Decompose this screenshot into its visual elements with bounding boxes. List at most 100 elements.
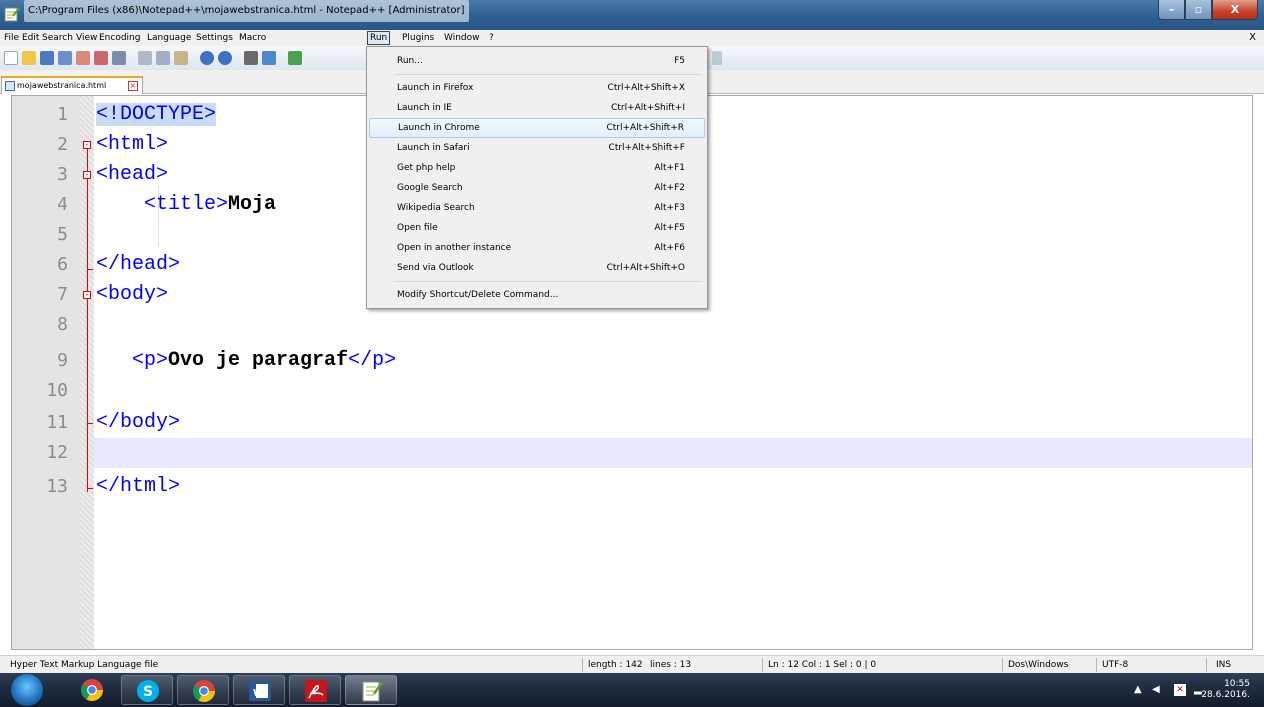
run-menu-item-run[interactable]: Run... F5	[369, 51, 705, 71]
line-number: 8	[57, 314, 68, 335]
word-icon[interactable]: W	[233, 675, 285, 705]
menu-separator	[395, 74, 701, 75]
start-button[interactable]	[11, 674, 43, 706]
chrome-icon[interactable]	[177, 675, 229, 705]
run-menu-item-safari[interactable]: Launch in Safari Ctrl+Alt+Shift+F	[369, 138, 705, 158]
code-tag: <body>	[96, 283, 169, 306]
skype-icon[interactable]: S	[121, 675, 173, 705]
code-line: 13 </html>	[12, 472, 1252, 502]
show-hidden-icons-icon[interactable]: ▲	[1134, 684, 1146, 696]
close-button[interactable]: X	[1212, 0, 1258, 20]
menu-view[interactable]: View	[74, 31, 99, 45]
minimize-button[interactable]: –	[1158, 0, 1185, 20]
line-number: 9	[57, 350, 68, 371]
close-document-button[interactable]: X	[1249, 30, 1256, 46]
run-menu-item-outlook[interactable]: Send via Outlook Ctrl+Alt+Shift+O	[369, 258, 705, 278]
menu-macro[interactable]: Macro	[237, 31, 268, 45]
menu-item-shortcut: Ctrl+Alt+Shift+R	[606, 123, 684, 133]
code-tag: <html>	[96, 133, 169, 156]
menu-item-shortcut: Ctrl+Alt+Shift+F	[608, 143, 685, 153]
menu-window[interactable]: Window	[442, 31, 482, 45]
run-menu-item-modify-shortcut[interactable]: Modify Shortcut/Delete Command...	[369, 285, 705, 305]
line-number: 7	[57, 284, 68, 305]
clock-time: 10:55	[1224, 679, 1250, 689]
title-bar[interactable]: C:\Program Files (x86)\Notepad++\mojaweb…	[0, 0, 1264, 30]
replace-icon[interactable]	[262, 51, 276, 65]
toolbar-overflow-icon[interactable]	[712, 51, 722, 65]
line-number: 10	[46, 380, 68, 401]
run-menu-item-open-file[interactable]: Open file Alt+F5	[369, 218, 705, 238]
menu-item-label: Get php help	[397, 163, 456, 173]
notepadpp-window: C:\Program Files (x86)\Notepad++\mojaweb…	[0, 0, 1264, 707]
menu-item-label: Open in another instance	[397, 243, 512, 253]
tab-mojawebstranica[interactable]: mojawebstranica.html ×	[1, 76, 143, 94]
window-controls: – ▫ X	[1158, 0, 1258, 20]
cut-icon[interactable]	[138, 51, 152, 65]
menu-item-label: Google Search	[397, 183, 463, 193]
open-file-icon[interactable]	[22, 51, 36, 65]
find-icon[interactable]	[244, 51, 258, 65]
copy-icon[interactable]	[156, 51, 170, 65]
maximize-button[interactable]: ▫	[1185, 0, 1212, 20]
save-icon[interactable]	[40, 51, 54, 65]
status-length: length : 142	[588, 660, 643, 670]
clock[interactable]: 10:55 28.6.2016.	[1201, 679, 1250, 701]
menu-item-label: Open file	[397, 223, 438, 233]
notepadpp-app-icon	[4, 7, 20, 22]
menu-search[interactable]: Search	[40, 31, 75, 45]
menu-file[interactable]: File	[2, 31, 21, 45]
menu-language[interactable]: Language	[145, 31, 193, 45]
line-number: 13	[46, 476, 68, 497]
code-tag: <head>	[96, 163, 169, 186]
menu-item-shortcut: Alt+F3	[654, 203, 685, 213]
zoom-in-icon[interactable]	[288, 51, 302, 65]
code-tag: <p>	[132, 349, 169, 372]
run-menu-item-wikipedia-search[interactable]: Wikipedia Search Alt+F3	[369, 198, 705, 218]
run-menu-item-chrome[interactable]: Launch in Chrome Ctrl+Alt+Shift+R	[369, 118, 705, 138]
status-position: Ln : 12 Col : 1 Sel : 0 | 0	[768, 660, 877, 670]
menu-plugins[interactable]: Plugins	[400, 31, 436, 45]
volume-icon[interactable]: ◀	[1152, 684, 1164, 696]
undo-icon[interactable]	[200, 51, 214, 65]
menu-edit[interactable]: Edit	[20, 31, 41, 45]
save-all-icon[interactable]	[58, 51, 72, 65]
code-line: 11 </body>	[12, 408, 1252, 438]
menu-item-shortcut: Ctrl+Alt+Shift+I	[611, 103, 685, 113]
menu-encoding[interactable]: Encoding	[97, 31, 142, 45]
svg-text:W: W	[253, 688, 264, 699]
tab-close-icon[interactable]: ×	[128, 81, 138, 91]
acrobat-icon[interactable]	[289, 675, 341, 705]
chrome-icon[interactable]	[66, 675, 118, 705]
action-center-icon[interactable]: ✕	[1174, 684, 1186, 696]
status-insert-mode[interactable]: INS	[1212, 656, 1231, 674]
line-number: 6	[57, 254, 68, 275]
menu-help[interactable]: ?	[487, 31, 496, 45]
paste-icon[interactable]	[174, 51, 188, 65]
menu-item-shortcut: Alt+F2	[654, 183, 685, 193]
menu-settings[interactable]: Settings	[194, 31, 235, 45]
code-line-current: 12	[12, 438, 1252, 468]
system-tray: ▲ ◀ ✕ ▂ 10:55 28.6.2016.	[1094, 673, 1264, 707]
notepadpp-icon[interactable]	[345, 675, 397, 705]
menu-item-label: Run...	[397, 56, 423, 66]
run-menu-dropdown: Run... F5 Launch in Firefox Ctrl+Alt+Shift…	[366, 46, 708, 309]
run-menu-item-ie[interactable]: Launch in IE Ctrl+Alt+Shift+I	[369, 98, 705, 118]
close-file-icon[interactable]	[76, 51, 90, 65]
run-menu-item-php-help[interactable]: Get php help Alt+F1	[369, 158, 705, 178]
menu-item-shortcut: F5	[674, 56, 685, 66]
redo-icon[interactable]	[218, 51, 232, 65]
status-separator	[582, 658, 583, 672]
print-icon[interactable]	[112, 51, 126, 65]
code-tag: <title>	[144, 193, 229, 216]
status-separator	[1096, 658, 1097, 672]
line-number: 11	[46, 412, 68, 433]
run-menu-item-another-instance[interactable]: Open in another instance Alt+F6	[369, 238, 705, 258]
status-encoding[interactable]: UTF-8	[1098, 656, 1128, 674]
status-eol[interactable]: Dos\Windows	[1004, 656, 1068, 674]
close-all-icon[interactable]	[94, 51, 108, 65]
run-menu-item-google-search[interactable]: Google Search Alt+F2	[369, 178, 705, 198]
menu-run[interactable]: Run	[367, 31, 391, 45]
new-file-icon[interactable]	[4, 51, 18, 65]
run-menu-item-firefox[interactable]: Launch in Firefox Ctrl+Alt+Shift+X	[369, 78, 705, 98]
